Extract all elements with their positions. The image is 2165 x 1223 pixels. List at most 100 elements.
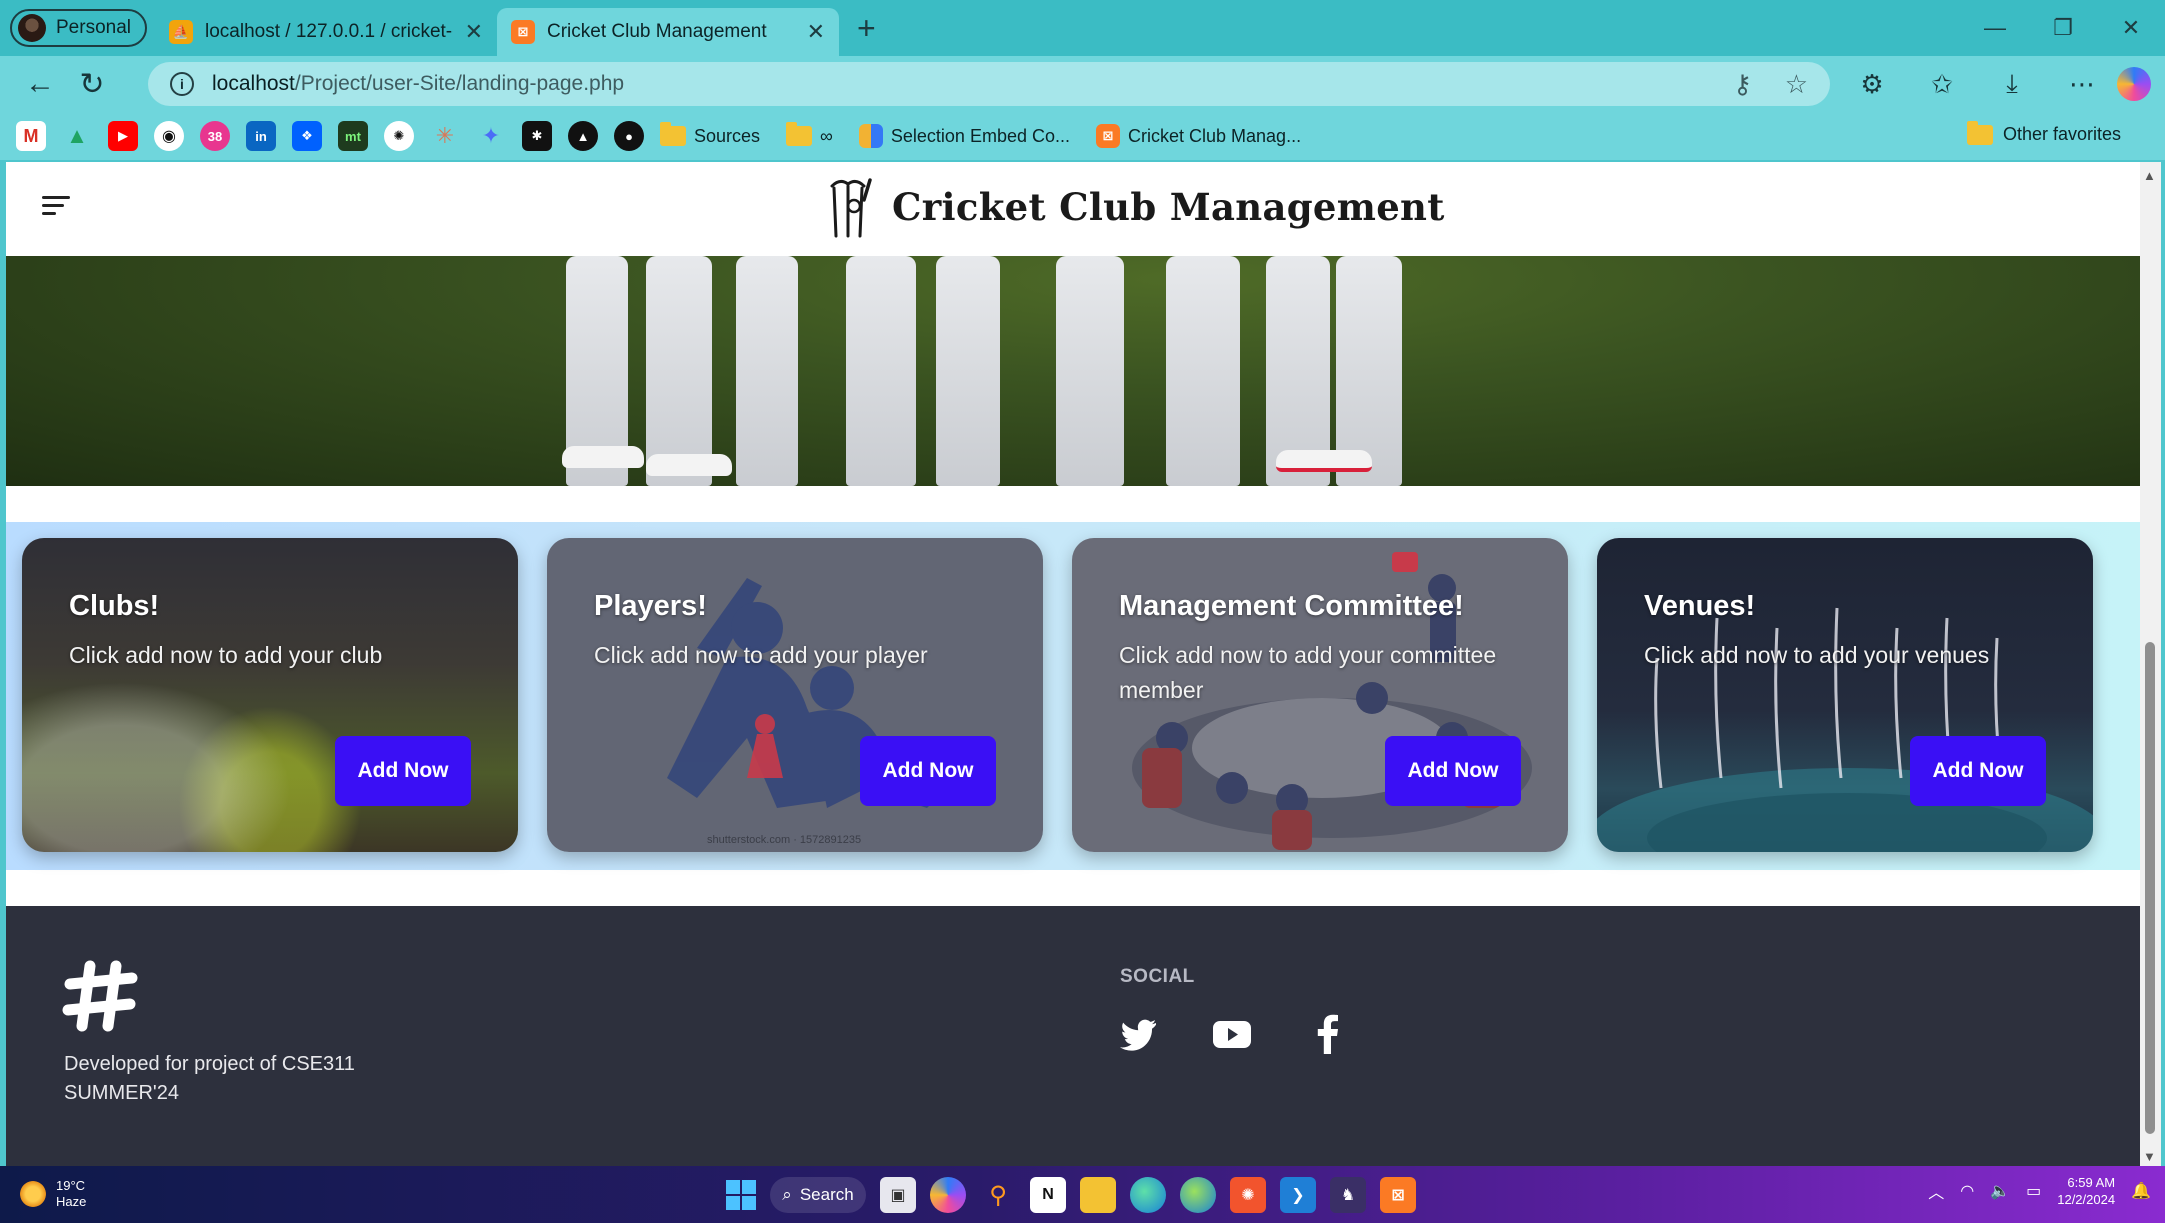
volume-icon[interactable]: 🔈 — [1990, 1181, 2010, 1201]
bookmark-cricket-club[interactable]: ⊠ Cricket Club Manag... — [1096, 124, 1301, 148]
hashtag-logo-icon — [62, 960, 138, 1032]
windows-taskbar: 19°C Haze ⌕ Search ▣ ⚲ N ✺ ❯ ♞ ⊠ ︿ ◠ 🔈 ▭… — [0, 1166, 2165, 1223]
add-club-button[interactable]: Add Now — [335, 736, 471, 806]
linkedin-icon[interactable]: in — [246, 121, 276, 151]
settings-app-icon[interactable]: ✺ — [1230, 1177, 1266, 1213]
browser-toolbar-right: ⚙ ✩ ⤓ ⋯ — [1837, 56, 2165, 112]
bookmark-other-favorites[interactable]: Other favorites — [1966, 120, 2121, 145]
window-controls: — ❐ ✕ — [1961, 0, 2165, 56]
scroll-down-icon[interactable]: ▼ — [2143, 1149, 2156, 1164]
image-watermark: shutterstock.com · 1572891235 — [707, 834, 862, 846]
youtube-bookmark-icon[interactable]: ▶ — [108, 121, 138, 151]
tab-close-icon[interactable]: ✕ — [465, 19, 483, 45]
brand[interactable]: Cricket Club Management — [824, 176, 1445, 238]
github-icon[interactable]: ◉ — [154, 121, 184, 151]
tab-close-icon[interactable]: ✕ — [807, 19, 825, 45]
edge-icon[interactable] — [1130, 1177, 1166, 1213]
favorite-star-icon[interactable]: ☆ — [1785, 69, 1808, 100]
refresh-icon[interactable]: ↻ — [66, 58, 118, 110]
phpmyadmin-favicon-icon: ⛵ — [169, 20, 193, 44]
dark-circle-icon[interactable]: ● — [614, 121, 644, 151]
windows-start-icon[interactable] — [726, 1180, 756, 1210]
hero-image — [6, 256, 2140, 486]
bookmark-folder-sources[interactable]: Sources — [660, 122, 760, 147]
openai-icon[interactable]: ✺ — [384, 121, 414, 151]
wifi-icon[interactable]: ◠ — [1960, 1181, 1974, 1201]
search-app-icon[interactable]: ⚲ — [980, 1177, 1016, 1213]
more-menu-icon[interactable]: ⋯ — [2047, 69, 2117, 100]
cards-section: Clubs! Click add now to add your club Ad… — [6, 522, 2140, 870]
folder-icon — [1966, 120, 1993, 145]
vscode-icon[interactable]: ❯ — [1280, 1177, 1316, 1213]
twitter-icon[interactable] — [1118, 1014, 1158, 1054]
youtube-icon[interactable] — [1212, 1014, 1252, 1054]
social-heading: SOCIAL — [1120, 966, 1195, 987]
file-explorer-icon[interactable] — [1080, 1177, 1116, 1213]
scroll-up-icon[interactable]: ▲ — [2143, 168, 2156, 183]
clubs-card: Clubs! Click add now to add your club Ad… — [22, 538, 518, 852]
add-committee-member-button[interactable]: Add Now — [1385, 736, 1521, 806]
game-app-icon[interactable]: ♞ — [1330, 1177, 1366, 1213]
venues-card: Venues! Click add now to add your venues… — [1597, 538, 2093, 852]
profile-button[interactable]: Personal — [10, 9, 147, 47]
taskbar-search[interactable]: ⌕ Search — [770, 1177, 866, 1213]
minimize-icon[interactable]: — — [1961, 0, 2029, 56]
card-title: Venues! — [1644, 590, 1756, 622]
mt-icon[interactable]: mt — [338, 121, 368, 151]
gmail-icon[interactable]: M — [16, 121, 46, 151]
edge-dev-icon[interactable] — [1180, 1177, 1216, 1213]
bookmark-folder-infinity[interactable]: ∞ — [786, 122, 833, 147]
bookmark-selection-embed[interactable]: Selection Embed Co... — [858, 124, 1070, 148]
url-path: /Project/user-Site/landing-page.php — [294, 72, 625, 95]
extensions-icon[interactable]: ⚙ — [1837, 69, 1907, 100]
selection-embed-icon — [858, 124, 883, 148]
card-title: Management Committee! — [1119, 590, 1464, 622]
facebook-icon[interactable] — [1308, 1014, 1348, 1054]
folder-icon — [786, 122, 813, 146]
search-icon: ⌕ — [782, 1185, 792, 1204]
profile-label: Personal — [56, 17, 131, 38]
task-view-icon[interactable]: ▣ — [880, 1177, 916, 1213]
card-description: Click add now to add your club — [69, 642, 383, 668]
tray-chevron-icon[interactable]: ︿ — [1928, 1179, 1944, 1203]
favorites-icon[interactable]: ✩ — [1907, 69, 1977, 100]
menu-icon[interactable] — [42, 196, 70, 222]
vercel-icon[interactable]: ▲ — [568, 121, 598, 151]
downloads-icon[interactable]: ⤓ — [1977, 68, 2047, 100]
close-window-icon[interactable]: ✕ — [2097, 0, 2165, 56]
perplexity-icon[interactable]: ✱ — [522, 121, 552, 151]
scrollbar-thumb[interactable] — [2145, 642, 2155, 1134]
password-key-icon[interactable]: ⚷ — [1733, 69, 1752, 100]
tab-phpmyadmin[interactable]: ⛵ localhost / 127.0.0.1 / cricket-club ✕ — [155, 8, 497, 56]
tab-title: localhost / 127.0.0.1 / cricket-club — [205, 21, 453, 42]
battery-icon[interactable]: ▭ — [2026, 1181, 2041, 1201]
system-tray: ︿ ◠ 🔈 ▭ 6:59 AM 12/2/2024 🔔 — [1928, 1174, 2151, 1208]
clock[interactable]: 6:59 AM 12/2/2024 — [2057, 1174, 2115, 1208]
gemini-icon[interactable]: ✦ — [476, 121, 506, 151]
page-scrollbar[interactable]: ▲ ▼ — [2140, 162, 2161, 1166]
card-title: Players! — [594, 590, 707, 622]
google-drive-icon[interactable]: ▲ — [62, 121, 92, 151]
notification-bell-icon[interactable]: 🔔 — [2131, 1181, 2151, 1201]
folder-icon — [660, 122, 686, 146]
new-tab-icon[interactable]: + — [857, 10, 876, 47]
claude-icon[interactable]: ✳ — [430, 121, 460, 151]
card-description: Click add now to add your committee memb… — [1119, 642, 1497, 703]
restore-icon[interactable]: ❐ — [2029, 0, 2097, 56]
url-host: localhost — [212, 72, 295, 95]
copilot-icon[interactable] — [2117, 67, 2151, 101]
taskbar-apps: ⌕ Search ▣ ⚲ N ✺ ❯ ♞ ⊠ — [726, 1174, 1416, 1216]
address-bar[interactable]: i localhost/Project/user-Site/landing-pa… — [148, 62, 1830, 106]
xampp-app-icon[interactable]: ⊠ — [1380, 1177, 1416, 1213]
site-info-icon[interactable]: i — [170, 72, 194, 96]
add-venue-button[interactable]: Add Now — [1910, 736, 2046, 806]
notion-icon[interactable]: N — [1030, 1177, 1066, 1213]
back-icon[interactable]: ← — [14, 58, 66, 110]
clock-date: 12/2/2024 — [2057, 1192, 2116, 1207]
copilot-app-icon[interactable] — [930, 1177, 966, 1213]
tab-cricket-club[interactable]: ⊠ Cricket Club Management ✕ — [497, 8, 839, 56]
add-player-button[interactable]: Add Now — [860, 736, 996, 806]
weather-widget[interactable]: 19°C Haze — [20, 1178, 86, 1210]
mail-badge-icon[interactable]: 38 — [200, 121, 230, 151]
dropbox-icon[interactable]: ❖ — [292, 121, 322, 151]
